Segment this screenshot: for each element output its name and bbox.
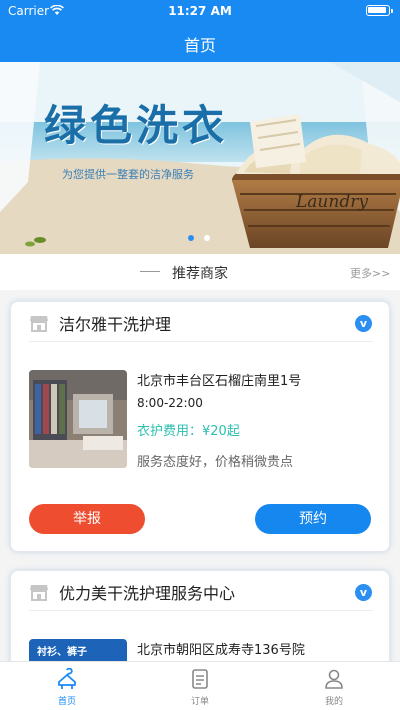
- merchant-comment: 服务态度好，价格稍微贵点: [137, 455, 294, 470]
- tab-mine[interactable]: 我的: [294, 662, 374, 710]
- merchant-address: 北京市丰台区石榴庄南里1号: [137, 374, 302, 389]
- book-button[interactable]: 预约: [255, 504, 371, 534]
- top-bar: Carrier 11:27 AM 首页: [0, 0, 400, 62]
- merchant-name[interactable]: 优力美干洗护理服务中心: [59, 580, 235, 604]
- tab-label: 我的: [324, 697, 343, 707]
- promo-banner[interactable]: 绿色洗衣 为您提供一整套的洁净服务 Laundry: [0, 62, 400, 254]
- user-icon: [325, 669, 343, 689]
- shop-icon: [30, 316, 48, 332]
- order-list-icon: [192, 669, 208, 689]
- merchant-address: 北京市朝阳区成寿寺136号院: [137, 643, 305, 658]
- banner-headline: 绿色洗衣: [44, 101, 229, 150]
- merchant-photo[interactable]: [29, 370, 127, 468]
- card-divider: [29, 341, 373, 342]
- report-button[interactable]: 举报: [29, 504, 145, 534]
- merchant-hours: 8:00-22:00: [137, 396, 203, 410]
- verified-v-icon: v: [355, 584, 372, 601]
- merchant-fee: 衣护费用：¥20起: [137, 424, 240, 439]
- status-time: 11:27 AM: [168, 4, 232, 18]
- tab-bar: 首页 订单 我的: [0, 661, 400, 710]
- verified-v-icon: v: [355, 315, 372, 332]
- photo-caption: 衬衫、裤子: [37, 647, 87, 658]
- battery-icon: [366, 5, 393, 16]
- merchant-name[interactable]: 洁尔雅干洗护理: [59, 311, 171, 335]
- shop-icon: [30, 585, 48, 601]
- tab-label: 订单: [190, 697, 209, 707]
- tab-label: 首页: [57, 697, 76, 707]
- banner-illustration: [0, 62, 400, 254]
- carousel-dot-active[interactable]: [188, 235, 194, 241]
- tab-orders[interactable]: 订单: [160, 662, 240, 710]
- carousel-dot[interactable]: [204, 235, 210, 241]
- section-divider: [140, 271, 160, 272]
- hanger-icon: [58, 668, 76, 689]
- card-divider: [29, 610, 373, 611]
- merchant-card[interactable]: 洁尔雅干洗护理 v 北京市丰台区石榴庄南里1号 8:00-22:00 衣护费用：…: [10, 301, 390, 552]
- page-title: 首页: [183, 36, 216, 55]
- more-link[interactable]: 更多>>: [350, 265, 390, 281]
- status-bar: Carrier 11:27 AM: [0, 0, 400, 22]
- banner-subtitle: 为您提供一整套的洁净服务: [62, 168, 194, 181]
- laundry-tag: Laundry: [296, 192, 368, 212]
- recommended-header: 推荐商家 更多>>: [0, 254, 400, 290]
- tab-home[interactable]: 首页: [27, 662, 107, 710]
- section-title: 推荐商家: [172, 266, 228, 282]
